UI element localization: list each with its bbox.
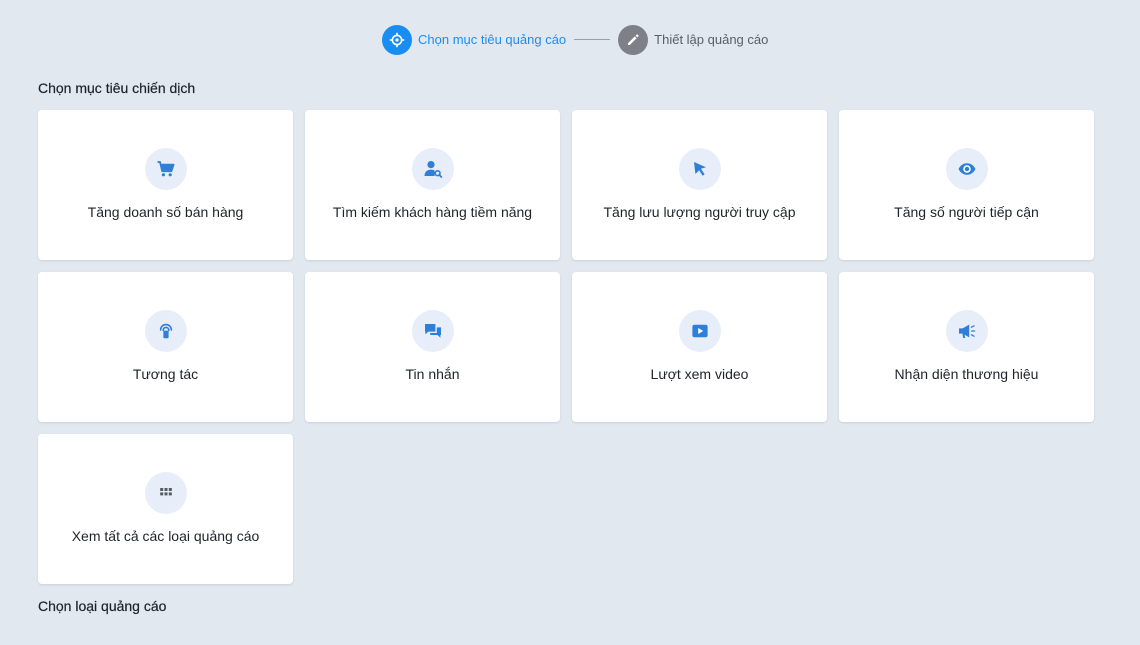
chat-bubbles-icon: [411, 310, 454, 352]
objective-card-all-ad-types[interactable]: Xem tất cả các loại quảng cáo: [38, 434, 293, 584]
objectives-section-title: Chọn mục tiêu chiến dịch: [38, 80, 196, 96]
step-label-choose-objective: Chọn mục tiêu quảng cáo: [418, 32, 567, 47]
objective-label: Tăng lưu lượng người truy cập: [603, 204, 796, 220]
eye-icon: [945, 148, 988, 190]
ad-types-section-title: Chọn loại quảng cáo: [38, 598, 167, 614]
objective-card-engagement[interactable]: Tương tác: [38, 272, 293, 422]
megaphone-icon: [945, 310, 988, 352]
objective-label: Tương tác: [132, 366, 199, 382]
user-search-icon: [411, 148, 454, 190]
objective-label: Xem tất cả các loại quảng cáo: [71, 528, 260, 544]
touch-icon: [144, 310, 187, 352]
objective-card-video-views[interactable]: Lượt xem video: [572, 272, 827, 422]
objective-card-leads[interactable]: Tìm kiếm khách hàng tiềm năng: [305, 110, 560, 260]
objective-label: Tin nhắn: [405, 366, 460, 382]
step-choose-objective[interactable]: Chọn mục tiêu quảng cáo: [382, 24, 567, 55]
objective-label: Nhận diện thương hiệu: [894, 366, 1039, 382]
stepper: Chọn mục tiêu quảng cáo Thiết lập quảng …: [382, 24, 768, 55]
step-connector: [574, 39, 611, 40]
objective-label: Tăng doanh số bán hàng: [87, 204, 244, 220]
objective-card-messages[interactable]: Tin nhắn: [305, 272, 560, 422]
step-label-setup-ad: Thiết lập quảng cáo: [654, 32, 769, 47]
step-setup-ad[interactable]: Thiết lập quảng cáo: [618, 24, 769, 55]
objective-label: Tìm kiếm khách hàng tiềm năng: [332, 204, 533, 220]
objective-card-traffic[interactable]: Tăng lưu lượng người truy cập: [572, 110, 827, 260]
objective-label: Tăng số người tiếp cận: [894, 204, 1039, 220]
objectives-grid: Tăng doanh số bán hàng Tìm kiếm khách hà…: [38, 110, 1094, 584]
objective-card-brand-awareness[interactable]: Nhận diện thương hiệu: [839, 272, 1094, 422]
shopping-cart-icon: [144, 148, 187, 190]
pencil-icon: [618, 24, 649, 55]
crosshair-icon: [382, 24, 412, 55]
grid-icon: [144, 472, 187, 514]
cursor-arrow-icon: [678, 148, 721, 190]
objective-card-sales[interactable]: Tăng doanh số bán hàng: [38, 110, 293, 260]
objective-card-reach[interactable]: Tăng số người tiếp cận: [839, 110, 1094, 260]
video-play-icon: [678, 310, 721, 352]
objective-label: Lượt xem video: [650, 366, 749, 382]
